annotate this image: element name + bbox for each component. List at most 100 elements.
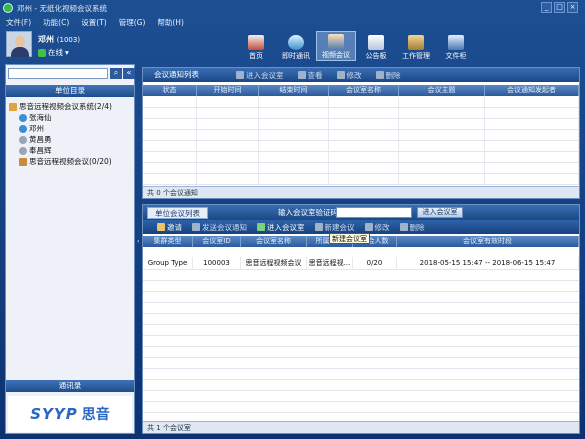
mail-icon: [192, 223, 200, 231]
edit-icon: [364, 223, 373, 231]
menu-bar: 文件(F) 功能(C) 设置(T) 管理(G) 帮助(H): [0, 16, 190, 29]
video-conference-icon: [328, 34, 344, 49]
contacts-header[interactable]: 通讯录: [6, 380, 134, 392]
col-topic[interactable]: 会议主题: [399, 85, 485, 96]
org-icon: [9, 102, 17, 111]
user-icon: [19, 146, 27, 155]
status-dropdown[interactable]: 在线 ▾: [38, 47, 69, 58]
enter-room-button[interactable]: 进入会议室: [257, 222, 305, 233]
splitter-handle[interactable]: ‹: [137, 238, 141, 252]
title-bar: 邓州 - 无纸化视频会议系统: [0, 0, 585, 16]
col-status[interactable]: 状态: [143, 85, 197, 96]
enter-room-code-button[interactable]: 进入会议室: [417, 207, 463, 218]
menu-settings[interactable]: 设置(T): [75, 16, 112, 29]
notice-edit-button[interactable]: 修改: [336, 70, 362, 81]
logo-cn-text: 思音: [81, 407, 110, 423]
tree-item-user[interactable]: 张海仙: [9, 112, 133, 123]
home-icon: [248, 35, 264, 50]
room-code-input[interactable]: [336, 207, 412, 218]
invite-icon: [157, 223, 165, 231]
left-panel: ⌕ « 单位目录 思音远程视频会议系统(2/4) 张海仙 邓州 黄昌勇 奉昌辉 …: [5, 64, 135, 434]
notice-toolbar: 会议通知列表 进入会议室 查看 修改 删除: [143, 68, 579, 82]
notice-view-button[interactable]: 查看: [297, 70, 323, 81]
delete-room-button[interactable]: 删除: [399, 222, 425, 233]
maximize-button[interactable]: □: [554, 2, 565, 13]
bulletin-icon: [368, 35, 384, 50]
col-end-time[interactable]: 结束时间: [259, 85, 329, 96]
table-row[interactable]: Group Type 100003 思音远程视频会议 思音远程视... 0/20…: [143, 257, 579, 270]
tab-notice-list[interactable]: 会议通知列表: [147, 69, 206, 81]
app-window: 邓州 - 无纸化视频会议系统 _ □ × 文件(F) 功能(C) 设置(T) 管…: [0, 0, 585, 439]
toolbar-bulletin-button[interactable]: 公告板: [356, 31, 396, 61]
window-controls: _ □ ×: [541, 2, 578, 13]
new-room-icon: [314, 223, 323, 231]
toolbar-home-button[interactable]: 首页: [236, 31, 276, 61]
search-icon[interactable]: ⌕: [110, 68, 122, 79]
view-icon: [297, 71, 306, 79]
invite-button[interactable]: 邀请: [157, 222, 182, 233]
tree-item-user[interactable]: 奉昌辉: [9, 145, 133, 156]
app-logo-icon: [3, 3, 13, 13]
tree-item-user[interactable]: 黄昌勇: [9, 134, 133, 145]
col-start-time[interactable]: 开始时间: [197, 85, 259, 96]
toolbar-work-manage-button[interactable]: 工作管理: [396, 31, 436, 61]
meeting-room-icon: [19, 157, 27, 166]
col-cluster-type[interactable]: 集群类型: [143, 236, 193, 247]
enter-icon: [257, 223, 265, 231]
user-name: 邓州 (1003): [38, 35, 81, 44]
avatar[interactable]: [6, 31, 32, 57]
toolbar-video-conference-button[interactable]: 视频会议: [316, 31, 356, 61]
app-title: 邓州 - 无纸化视频会议系统: [17, 3, 107, 13]
org-tree: 思音远程视频会议系统(2/4) 张海仙 邓州 黄昌勇 奉昌辉 思音远程视频会议(…: [9, 101, 133, 167]
close-button[interactable]: ×: [567, 2, 578, 13]
delete-icon: [399, 223, 408, 231]
file-cabinet-icon: [448, 35, 464, 50]
edit-icon: [336, 71, 345, 79]
tab-unit-rooms[interactable]: 单位会议列表: [147, 206, 208, 219]
user-icon: [19, 113, 27, 122]
user-id: (1003): [56, 36, 81, 44]
col-room-name[interactable]: 会议室名称: [241, 236, 307, 247]
toolbar-file-cabinet-button[interactable]: 文件柜: [436, 31, 476, 61]
notice-delete-button[interactable]: 删除: [375, 70, 401, 81]
rooms-toolbar: 邀请 发送会议通知 进入会议室 新建会议 修改 删除: [143, 220, 579, 234]
user-panel: 邓州 (1003) 在线 ▾: [6, 31, 134, 59]
notice-footer: 共 0 个会议通知: [143, 186, 579, 198]
col-room-id[interactable]: 会议室ID: [193, 236, 241, 247]
collapse-left-icon[interactable]: «: [123, 68, 135, 79]
edit-room-button[interactable]: 修改: [364, 222, 390, 233]
toolbar-chat-button[interactable]: 即时通讯: [276, 31, 316, 61]
company-logo: SYYP 思音: [8, 396, 132, 432]
menu-manage[interactable]: 管理(G): [113, 16, 152, 29]
enter-icon: [236, 71, 244, 79]
tree-item-meeting-room[interactable]: 思音远程视频会议(0/20): [9, 156, 133, 167]
chevron-down-icon: ▾: [65, 48, 69, 57]
new-room-button[interactable]: 新建会议: [314, 222, 355, 233]
minimize-button[interactable]: _: [541, 2, 552, 13]
main-toolbar: 首页 即时通讯 视频会议 公告板 工作管理 文件柜: [236, 31, 476, 61]
col-initiator[interactable]: 会议通知发起者: [485, 85, 579, 96]
notice-enter-room-button[interactable]: 进入会议室: [236, 70, 284, 81]
menu-function[interactable]: 功能(C): [37, 16, 75, 29]
logo-text: SYYP: [30, 405, 78, 423]
notice-rows: [143, 97, 579, 185]
notice-column-header: 状态 开始时间 结束时间 会议室名称 会议主题 会议通知发起者: [143, 85, 579, 96]
tree-item-user[interactable]: 邓州: [9, 123, 133, 134]
rooms-rows: Group Type 100003 思音远程视频会议 思音远程视... 0/20…: [143, 257, 579, 413]
online-status-icon: [38, 48, 46, 57]
col-valid-period[interactable]: 会议室有效时段: [397, 236, 579, 247]
search-input[interactable]: [8, 68, 108, 79]
tree-item-org[interactable]: 思音远程视频会议系统(2/4): [9, 101, 133, 112]
chat-icon: [288, 35, 304, 50]
menu-file[interactable]: 文件(F): [0, 16, 37, 29]
rooms-footer: 共 1 个会议室: [143, 421, 579, 433]
col-room-name[interactable]: 会议室名称: [329, 85, 399, 96]
send-notice-button[interactable]: 发送会议通知: [192, 222, 247, 233]
tooltip: 新建会议室: [329, 233, 370, 244]
dept-directory-header: 单位目录: [6, 85, 134, 97]
user-icon: [19, 135, 27, 144]
notice-panel: 会议通知列表 进入会议室 查看 修改 删除 状态 开始时间 结束时间 会议室名称…: [142, 67, 580, 199]
menu-help[interactable]: 帮助(H): [151, 16, 190, 29]
code-label: 输入会议室验证码: [278, 208, 338, 217]
delete-icon: [375, 71, 384, 79]
